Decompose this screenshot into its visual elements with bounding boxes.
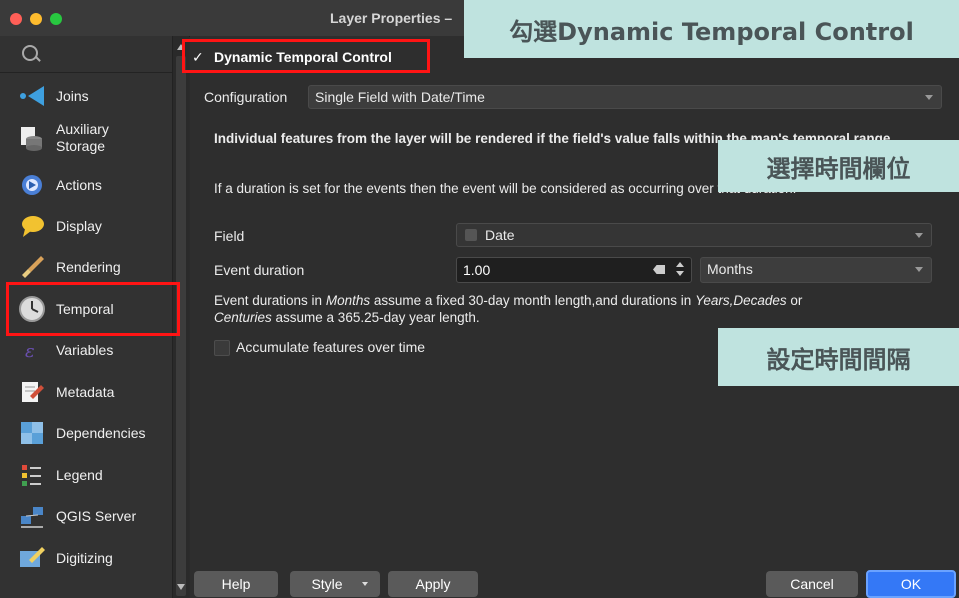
- event-duration-spinbox[interactable]: 1.00: [456, 257, 692, 283]
- sidebar-item-label: Legend: [56, 466, 103, 483]
- ok-button[interactable]: OK: [866, 570, 956, 598]
- sidebar-item-label: Display: [56, 217, 102, 234]
- sidebar-item-label: Dependencies: [56, 424, 146, 441]
- field-label: Field: [214, 228, 245, 244]
- highlight-temporal-tab: [6, 282, 180, 336]
- close-window-button[interactable]: [10, 13, 22, 25]
- sidebar-item-label: Rendering: [56, 258, 121, 275]
- sidebar-item-label: Auxiliary Storage: [56, 121, 109, 154]
- highlight-dynamic-temporal-control: [182, 39, 430, 73]
- sidebar-item-rendering[interactable]: Rendering: [0, 247, 172, 287]
- sidebar-item-auxiliary-storage[interactable]: Auxiliary Storage: [0, 118, 172, 158]
- field-select[interactable]: Date: [456, 223, 932, 247]
- sidebar-item-label: Variables: [56, 341, 114, 358]
- duration-unit-value: Months: [707, 261, 753, 277]
- cancel-button[interactable]: Cancel: [766, 571, 858, 597]
- window-title: Layer Properties –: [330, 10, 453, 26]
- chevron-down-icon: [915, 233, 923, 238]
- joins-icon: [18, 82, 46, 110]
- help-button[interactable]: Help: [194, 571, 278, 597]
- date-field-icon: [465, 229, 477, 241]
- duration-length-note: Event durations in Months assume a fixed…: [214, 293, 803, 325]
- annotation-set-time-interval: 設定時間間隔: [718, 328, 959, 386]
- actions-icon: [18, 171, 46, 199]
- sidebar-item-actions[interactable]: Actions: [0, 165, 172, 205]
- clear-icon[interactable]: [653, 265, 665, 274]
- sidebar-item-label: Digitizing: [56, 549, 113, 566]
- sidebar-item-joins[interactable]: Joins: [0, 76, 172, 116]
- sidebar-item-digitizing[interactable]: Digitizing: [0, 538, 172, 578]
- style-button[interactable]: Style: [290, 571, 380, 597]
- sidebar-item-variables[interactable]: ε Variables: [0, 330, 172, 370]
- auxiliary-storage-icon: [18, 124, 46, 152]
- configuration-value: Single Field with Date/Time: [315, 89, 485, 105]
- apply-button[interactable]: Apply: [388, 571, 478, 597]
- field-value: Date: [485, 227, 515, 243]
- chevron-down-icon: [362, 582, 368, 586]
- sidebar-item-metadata[interactable]: Metadata: [0, 372, 172, 412]
- stepper-icon[interactable]: [675, 261, 685, 277]
- qgis-server-icon: [18, 502, 46, 530]
- variables-icon: ε: [18, 336, 46, 364]
- metadata-icon: [18, 378, 46, 406]
- legend-icon: [18, 461, 46, 489]
- chevron-down-icon: [915, 267, 923, 272]
- sidebar-search[interactable]: [0, 36, 172, 73]
- annotation-select-time-field: 選擇時間欄位: [718, 140, 959, 192]
- scroll-down-icon[interactable]: [177, 584, 185, 590]
- configuration-label: Configuration: [204, 89, 288, 105]
- digitizing-icon: [18, 544, 46, 572]
- annotation-dynamic-temporal-control: 勾選Dynamic Temporal Control: [464, 0, 959, 58]
- sidebar-item-legend[interactable]: Legend: [0, 455, 172, 495]
- minimize-window-button[interactable]: [30, 13, 42, 25]
- accumulate-features-label: Accumulate features over time: [236, 339, 426, 355]
- sidebar-item-label: Metadata: [56, 383, 115, 400]
- sidebar-item-dependencies[interactable]: Dependencies: [0, 413, 172, 453]
- event-duration-label: Event duration: [214, 262, 305, 278]
- chevron-down-icon: [925, 95, 933, 100]
- sidebar-item-label: Joins: [56, 87, 89, 104]
- svg-text:ε: ε: [25, 341, 35, 362]
- accumulate-features-checkbox[interactable]: [214, 340, 230, 356]
- event-duration-value: 1.00: [463, 262, 491, 278]
- rendering-icon: [18, 253, 46, 281]
- duration-unit-select[interactable]: Months: [700, 257, 932, 283]
- dependencies-icon: [18, 419, 46, 447]
- sidebar-item-label: Actions: [56, 176, 102, 193]
- sidebar-item-display[interactable]: Display: [0, 206, 172, 246]
- sidebar-item-label: QGIS Server: [56, 507, 137, 524]
- sidebar-item-qgis-server[interactable]: QGIS Server: [0, 496, 172, 536]
- configuration-select[interactable]: Single Field with Date/Time: [308, 85, 942, 109]
- zoom-window-button[interactable]: [50, 13, 62, 25]
- display-icon: [18, 212, 46, 240]
- search-icon: [22, 45, 38, 61]
